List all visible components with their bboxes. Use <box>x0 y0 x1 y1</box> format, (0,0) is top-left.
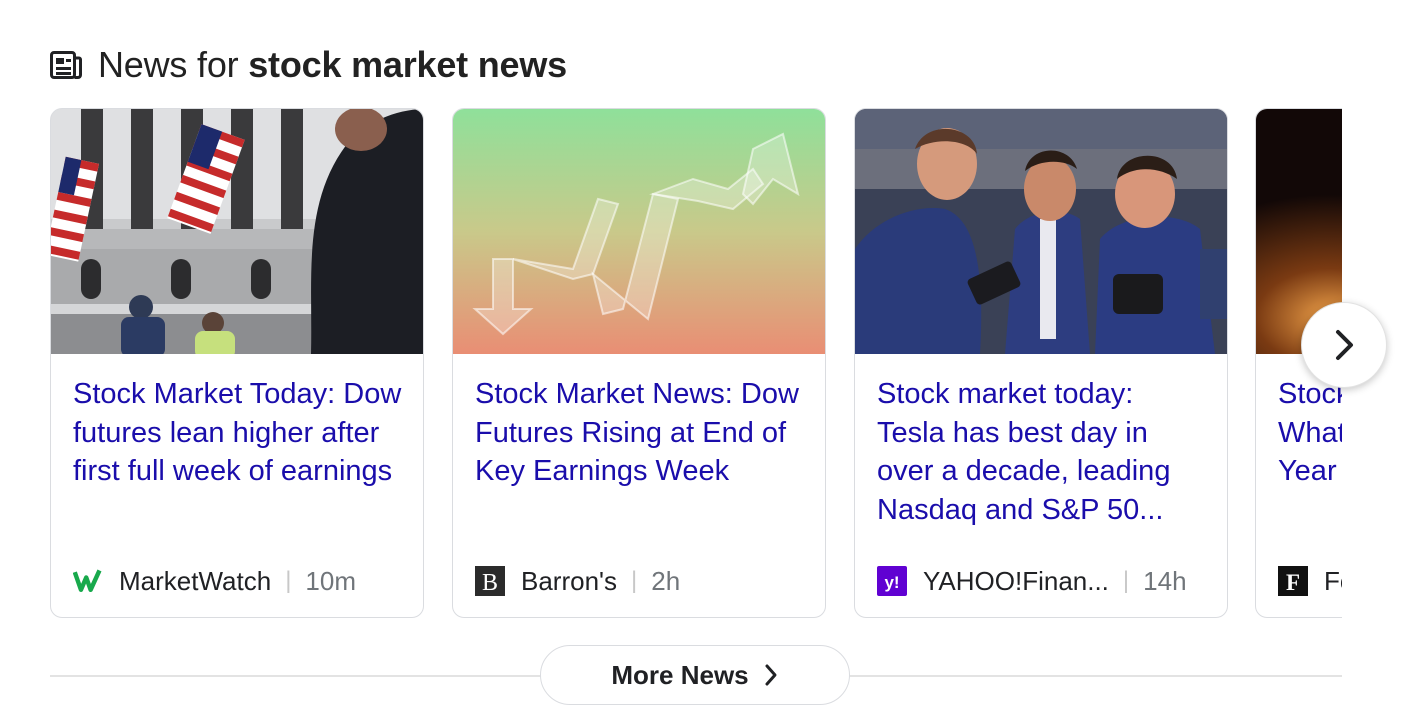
chevron-right-icon <box>765 664 777 686</box>
more-news-label: More News <box>611 659 749 690</box>
news-source: y! YAHOO!Finan... | 14h <box>877 565 1187 597</box>
news-thumbnail-traders[interactable] <box>855 109 1227 354</box>
separator: | <box>285 567 292 594</box>
news-card[interactable]: Stock market today: Tesla has best day i… <box>854 108 1228 618</box>
separator: | <box>631 567 638 594</box>
news-card-title[interactable]: Stock Market News: Dow Futures Rising at… <box>475 375 805 491</box>
news-thumbnail-arrows[interactable] <box>453 109 825 354</box>
news-card-title[interactable]: Stock market today: Tesla has best day i… <box>877 375 1207 529</box>
news-source: F Forbes <box>1278 565 1342 597</box>
barrons-logo-icon: B <box>475 566 505 596</box>
article-age: 10m <box>305 565 356 596</box>
news-card[interactable]: Stock Market News: Dow Futures Rising at… <box>452 108 826 618</box>
article-age: 2h <box>651 565 681 596</box>
news-icon <box>50 51 82 79</box>
svg-text:F: F <box>1286 570 1300 595</box>
news-source: MarketWatch | 10m <box>73 565 356 597</box>
news-carousel[interactable]: Stock Market Today: Dow futures lean hig… <box>50 108 1342 620</box>
source-name: YAHOO!Finan... <box>923 565 1109 596</box>
news-card-title[interactable]: Stock Market Predictions: What to Expect… <box>1278 375 1342 491</box>
news-section-header: News for stock market news <box>50 42 567 88</box>
header-prefix: News for <box>98 44 249 85</box>
source-name: MarketWatch <box>119 565 272 596</box>
carousel-next-button[interactable] <box>1301 302 1387 388</box>
news-card[interactable]: Stock Market Today: Dow futures lean hig… <box>50 108 424 618</box>
news-thumbnail-nyse[interactable] <box>51 109 423 354</box>
svg-text:B: B <box>482 570 498 596</box>
chevron-right-icon <box>1336 330 1353 360</box>
article-age: 14h <box>1143 565 1187 596</box>
svg-text:y!: y! <box>884 573 899 592</box>
yahoo-logo-icon: y! <box>877 566 907 596</box>
news-source: B Barron's | 2h <box>475 565 680 597</box>
search-query: stock market news <box>248 44 567 85</box>
source-name: Barron's <box>521 565 618 596</box>
forbes-logo-icon: F <box>1278 566 1308 596</box>
source-name: Forbes <box>1324 565 1342 596</box>
page-title: News for stock market news <box>98 44 567 86</box>
separator: | <box>1122 567 1130 594</box>
news-card-title[interactable]: Stock Market Today: Dow futures lean hig… <box>73 375 403 491</box>
more-news-button[interactable]: More News <box>540 645 850 705</box>
marketwatch-logo-icon <box>73 566 103 596</box>
